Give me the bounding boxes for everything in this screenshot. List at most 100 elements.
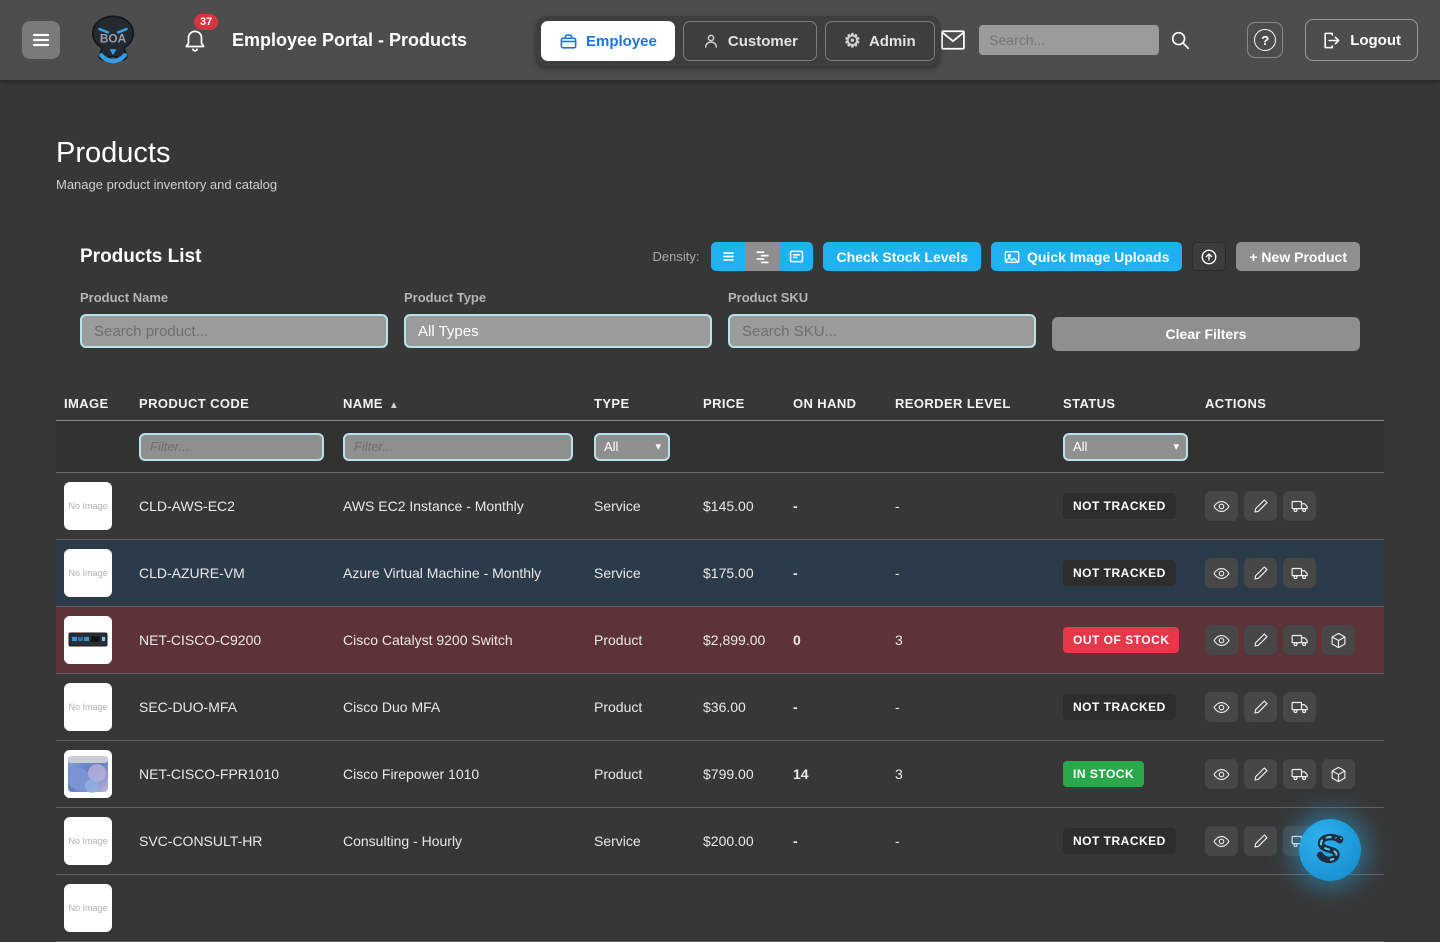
eye-icon: [1213, 699, 1230, 716]
assistant-fab-button[interactable]: [1299, 819, 1361, 881]
product-name-cell: Cisco Catalyst 9200 Switch: [335, 632, 586, 648]
status-column-filter-select[interactable]: All: [1063, 433, 1188, 461]
products-table: IMAGE PRODUCT CODE NAME▲ TYPE PRICE ON H…: [56, 386, 1384, 942]
navbar-right-cluster: ? Logout: [939, 19, 1418, 61]
check-stock-button[interactable]: Check Stock Levels: [823, 242, 981, 271]
view-product-button[interactable]: [1205, 625, 1238, 655]
menu-button[interactable]: [22, 21, 60, 59]
type-column-filter-select[interactable]: All: [594, 433, 670, 461]
edit-product-button[interactable]: [1244, 558, 1277, 588]
name-column-filter-input[interactable]: [343, 433, 573, 461]
product-code-cell: NET-CISCO-FPR1010: [131, 766, 335, 782]
price-cell: $36.00: [695, 699, 785, 715]
col-type[interactable]: TYPE: [586, 396, 695, 411]
price-cell: $175.00: [695, 565, 785, 581]
view-product-button[interactable]: [1205, 491, 1238, 521]
shipping-button[interactable]: [1283, 759, 1316, 789]
app-title: Employee Portal - Products: [232, 30, 467, 51]
density-toggle-group: [711, 242, 813, 271]
new-product-button[interactable]: + New Product: [1236, 242, 1360, 271]
clear-filters-button[interactable]: Clear Filters: [1052, 317, 1360, 351]
product-sku-filter-input[interactable]: [728, 314, 1036, 348]
edit-product-button[interactable]: [1244, 826, 1277, 856]
no-image-label: No Image: [68, 702, 107, 712]
row-actions: [1197, 759, 1384, 789]
product-name-cell: AWS EC2 Instance - Monthly: [335, 498, 586, 514]
no-image-label: No Image: [68, 836, 107, 846]
product-type-cell: Service: [586, 565, 695, 581]
portal-tab-group: Employee Customer ⚙ Admin: [536, 16, 940, 66]
help-button[interactable]: ?: [1247, 22, 1283, 58]
no-image-label: No Image: [68, 501, 107, 511]
product-code-cell: SVC-CONSULT-HR: [131, 833, 335, 849]
row-actions: [1197, 625, 1384, 655]
product-name-cell: Azure Virtual Machine - Monthly: [335, 565, 586, 581]
status-badge: OUT OF STOCK: [1063, 627, 1179, 653]
upload-button[interactable]: [1192, 242, 1226, 271]
pencil-icon: [1253, 699, 1269, 715]
logout-button[interactable]: Logout: [1305, 19, 1418, 61]
inventory-button[interactable]: [1322, 759, 1355, 789]
product-code-cell: CLD-AWS-EC2: [131, 498, 335, 514]
tab-admin[interactable]: ⚙ Admin: [825, 21, 935, 61]
shipping-button[interactable]: [1283, 491, 1316, 521]
on-hand-cell: -: [785, 565, 887, 581]
briefcase-icon: [559, 32, 578, 51]
table-row: No Image SVC-CONSULT-HRConsulting - Hourl…: [56, 808, 1384, 875]
edit-product-button[interactable]: [1244, 759, 1277, 789]
density-comfortable-button[interactable]: [745, 242, 779, 271]
bell-icon: [182, 26, 208, 54]
col-reorder-level[interactable]: REORDER LEVEL: [887, 396, 1055, 411]
shipping-button[interactable]: [1283, 625, 1316, 655]
product-thumbnail: No Image: [64, 549, 112, 597]
code-column-filter-input[interactable]: [139, 433, 324, 461]
quick-image-uploads-button[interactable]: Quick Image Uploads: [991, 242, 1182, 271]
col-product-code[interactable]: PRODUCT CODE: [131, 396, 335, 411]
view-product-button[interactable]: [1205, 759, 1238, 789]
status-badge: NOT TRACKED: [1063, 828, 1176, 854]
logout-label: Logout: [1350, 32, 1401, 49]
edit-product-button[interactable]: [1244, 692, 1277, 722]
view-product-button[interactable]: [1205, 826, 1238, 856]
no-image-label: No Image: [68, 568, 107, 578]
density-label: Density:: [653, 249, 700, 264]
col-name[interactable]: NAME▲: [335, 396, 586, 411]
product-thumbnail: No Image: [64, 884, 112, 932]
view-product-button[interactable]: [1205, 558, 1238, 588]
question-icon: ?: [1254, 29, 1276, 51]
product-name-filter-input[interactable]: [80, 314, 388, 348]
col-on-hand[interactable]: ON HAND: [785, 396, 887, 411]
edit-product-button[interactable]: [1244, 625, 1277, 655]
shipping-button[interactable]: [1283, 692, 1316, 722]
tab-customer-label: Customer: [728, 33, 798, 50]
product-name-cell: Cisco Firepower 1010: [335, 766, 586, 782]
search-icon[interactable]: [1169, 29, 1191, 51]
mail-icon[interactable]: [939, 28, 967, 52]
tab-employee[interactable]: Employee: [541, 21, 675, 61]
table-body: No Image CLD-AWS-EC2AWS EC2 Instance - Mo…: [56, 473, 1384, 875]
status-badge: NOT TRACKED: [1063, 493, 1176, 519]
col-price[interactable]: PRICE: [695, 396, 785, 411]
edit-product-button[interactable]: [1244, 491, 1277, 521]
density-spacious-button[interactable]: [779, 242, 813, 271]
products-toolbar: Products List Density: Check Stock Level…: [56, 242, 1384, 271]
svg-text:BOA: BOA: [100, 32, 127, 46]
truck-icon: [1291, 564, 1309, 582]
shipping-button[interactable]: [1283, 558, 1316, 588]
product-thumbnail: No Image: [64, 482, 112, 530]
price-cell: $200.00: [695, 833, 785, 849]
tab-customer[interactable]: Customer: [683, 21, 817, 61]
row-actions: [1197, 491, 1384, 521]
product-type-select[interactable]: All Types: [404, 314, 712, 348]
inventory-button[interactable]: [1322, 625, 1355, 655]
table-row: NET-CISCO-FPR1010Cisco Firepower 1010Pro…: [56, 741, 1384, 808]
density-compact-button[interactable]: [711, 242, 745, 271]
product-name-cell: Consulting - Hourly: [335, 833, 586, 849]
on-hand-cell: 0: [785, 632, 887, 648]
notifications-button[interactable]: 37: [182, 26, 208, 54]
view-product-button[interactable]: [1205, 692, 1238, 722]
boa-snake-logo: BOA: [86, 13, 140, 67]
col-status[interactable]: STATUS: [1055, 396, 1197, 411]
global-search-input[interactable]: [979, 25, 1159, 55]
price-cell: $799.00: [695, 766, 785, 782]
